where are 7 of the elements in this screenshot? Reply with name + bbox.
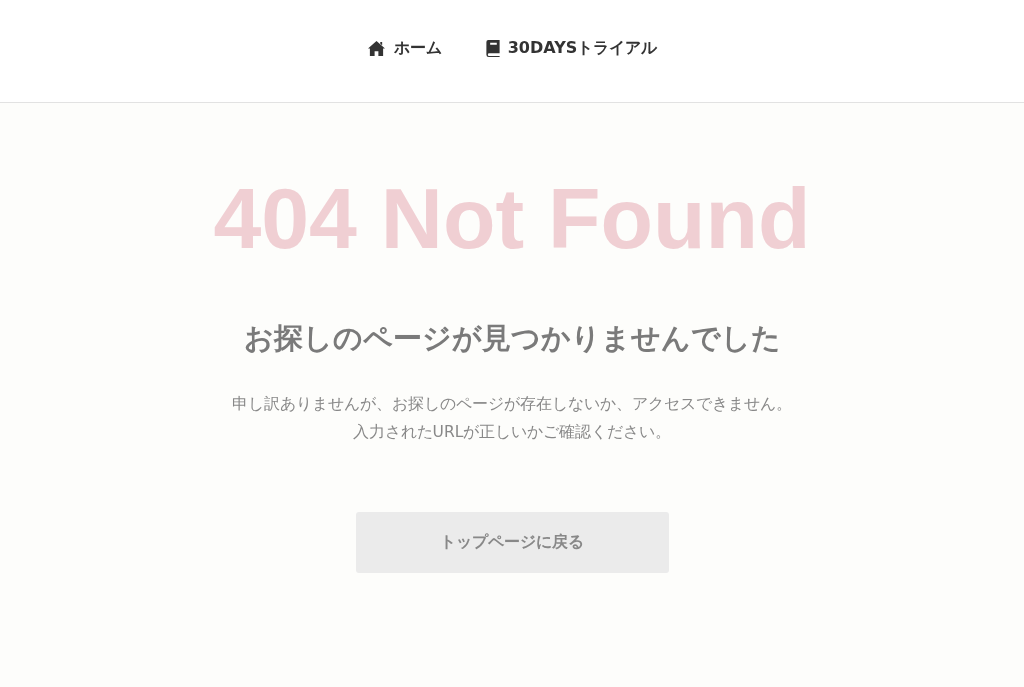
nav-link[interactable]: 30DAYSトライアル — [485, 37, 658, 59]
error-heading: お探しのページが見つかりませんでした — [243, 321, 781, 356]
error-message: 申し訳ありませんが、お探しのページが存在しないか、アクセスできません。 — [232, 393, 792, 415]
nav-link[interactable]: ホーム — [366, 37, 442, 59]
home-icon — [366, 39, 386, 57]
error-message: 入力されたURLが正しいかご確認ください。 — [352, 421, 672, 443]
book-icon — [485, 39, 500, 57]
